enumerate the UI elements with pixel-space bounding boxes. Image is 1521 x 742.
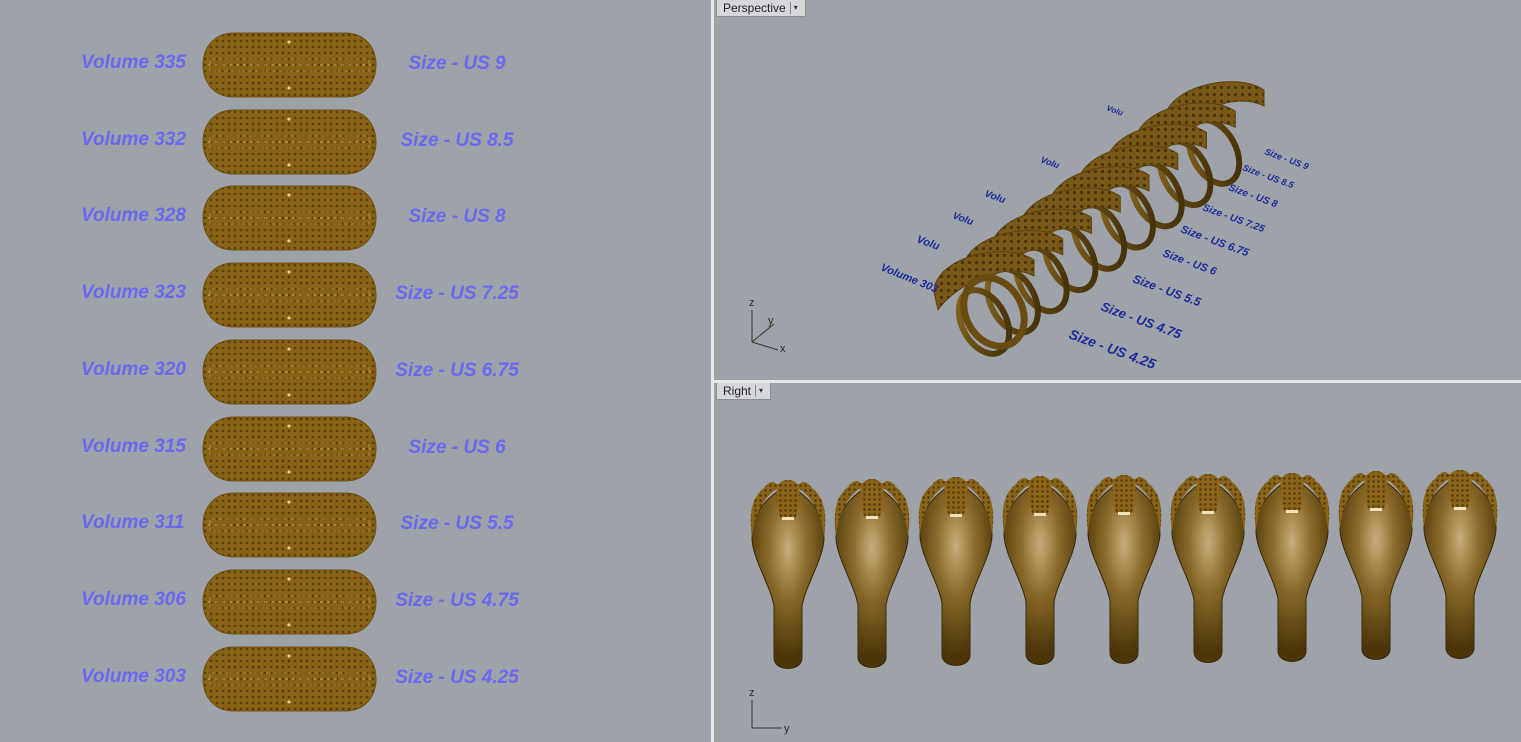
ring-top-view[interactable] [202, 646, 377, 712]
right-view-ring[interactable] [834, 479, 910, 668]
perspective-scene: Size - US 9Size - US 8.5Size - US 8Size … [749, 81, 1310, 372]
ring-top-view[interactable] [202, 416, 377, 482]
ring-top-view[interactable] [202, 185, 377, 251]
volume-label: Volume 328 [81, 205, 186, 227]
axis-z-label: z [749, 297, 755, 309]
volume-label: Volume 323 [81, 282, 186, 304]
perspective-ring-row [933, 81, 1265, 357]
volume-label: Volume 315 [81, 435, 186, 457]
right-viewport[interactable]: Right ▾ z y [714, 383, 1521, 742]
size-label: Size - US 4.25 [395, 666, 519, 688]
axis-y-label: y [784, 723, 790, 735]
perspective-size-label: Size - US 6 [1161, 248, 1219, 279]
ring-top-view[interactable] [202, 492, 377, 558]
top-viewport[interactable]: Volume 335 Size - US 9 Volume 332 Size - US… [0, 0, 711, 742]
right-view-ring[interactable] [1086, 475, 1162, 664]
right-tab-title: Right [723, 384, 752, 398]
volume-label: Volume 311 [81, 512, 185, 534]
right-view-ring[interactable] [750, 480, 826, 669]
perspective-volume-label: Volu [951, 210, 975, 228]
perspective-labels: Size - US 9Size - US 8.5Size - US 8Size … [879, 103, 1310, 372]
ring-top-view[interactable] [202, 569, 377, 635]
right-view-ring[interactable] [1002, 476, 1078, 665]
right-view-ring[interactable] [1422, 470, 1498, 659]
volume-label: Volume 306 [81, 588, 186, 610]
right-viewport-tab[interactable]: Right ▾ [716, 383, 772, 400]
perspective-viewport[interactable]: Perspective ▾ Size - US 9 Size - US 8.5 Si… [714, 0, 1521, 380]
right-axis-gizmo: z y [749, 687, 790, 735]
right-view-ring[interactable] [918, 477, 994, 666]
volume-label: Volume 320 [81, 358, 186, 380]
perspective-size-label: Size - US 8.5 [1241, 162, 1296, 190]
size-label: Size - US 4.75 [395, 589, 519, 611]
size-label: Size - US 5.5 [400, 513, 514, 535]
right-ring-row [750, 470, 1498, 669]
size-label: Size - US 7.25 [395, 283, 519, 305]
right-view-ring[interactable] [1170, 474, 1246, 663]
perspective-tab-title: Perspective [723, 1, 786, 15]
ring-top-view[interactable] [202, 109, 377, 175]
perspective-size-label: Size - US 7.25 [1201, 202, 1266, 235]
caret-down-icon[interactable]: ▾ [789, 2, 801, 14]
volume-label: Volume 332 [81, 128, 186, 150]
perspective-volume-label: Volu [915, 234, 941, 253]
axis-z-label: z [749, 687, 755, 699]
right-view-ring[interactable] [1338, 471, 1414, 660]
perspective-volume-label: Volu [1105, 103, 1124, 117]
volume-label: Volume 303 [81, 665, 186, 687]
perspective-volume-label: Volume 303 [879, 262, 940, 296]
perspective-size-label: Size - US 6.75 [1179, 224, 1251, 260]
axis-y-label: y [768, 315, 774, 327]
perspective-size-label: Size - US 4.75 [1099, 299, 1184, 342]
perspective-size-label: Size - US 9 [1263, 146, 1310, 171]
perspective-volume-label: Volu [1039, 154, 1061, 170]
axis-x-label: x [780, 343, 786, 355]
perspective-axis-gizmo: z y x [749, 297, 786, 355]
perspective-volume-label: Volu [983, 188, 1007, 206]
size-label: Size - US 6.75 [395, 359, 519, 381]
right-view-ring[interactable] [1254, 473, 1330, 662]
ring-top-view[interactable] [202, 262, 377, 328]
ring-top-view[interactable] [202, 339, 377, 405]
volume-label: Volume 335 [81, 52, 186, 73]
size-label: Size - US 6 [408, 436, 506, 458]
right-scene: z y [749, 470, 1498, 735]
perspective-size-label: Size - US 4.25 [1067, 326, 1158, 372]
size-label: Size - US 8 [408, 206, 506, 228]
size-label: Size - US 9 [408, 53, 506, 74]
perspective-viewport-tab[interactable]: Perspective ▾ [716, 0, 806, 17]
caret-down-icon[interactable]: ▾ [755, 385, 766, 397]
perspective-size-label: Size - US 5.5 [1131, 272, 1203, 310]
ring-top-view[interactable] [202, 32, 377, 98]
perspective-size-label: Size - US 8 [1227, 182, 1279, 210]
size-label: Size - US 8.5 [400, 129, 514, 151]
